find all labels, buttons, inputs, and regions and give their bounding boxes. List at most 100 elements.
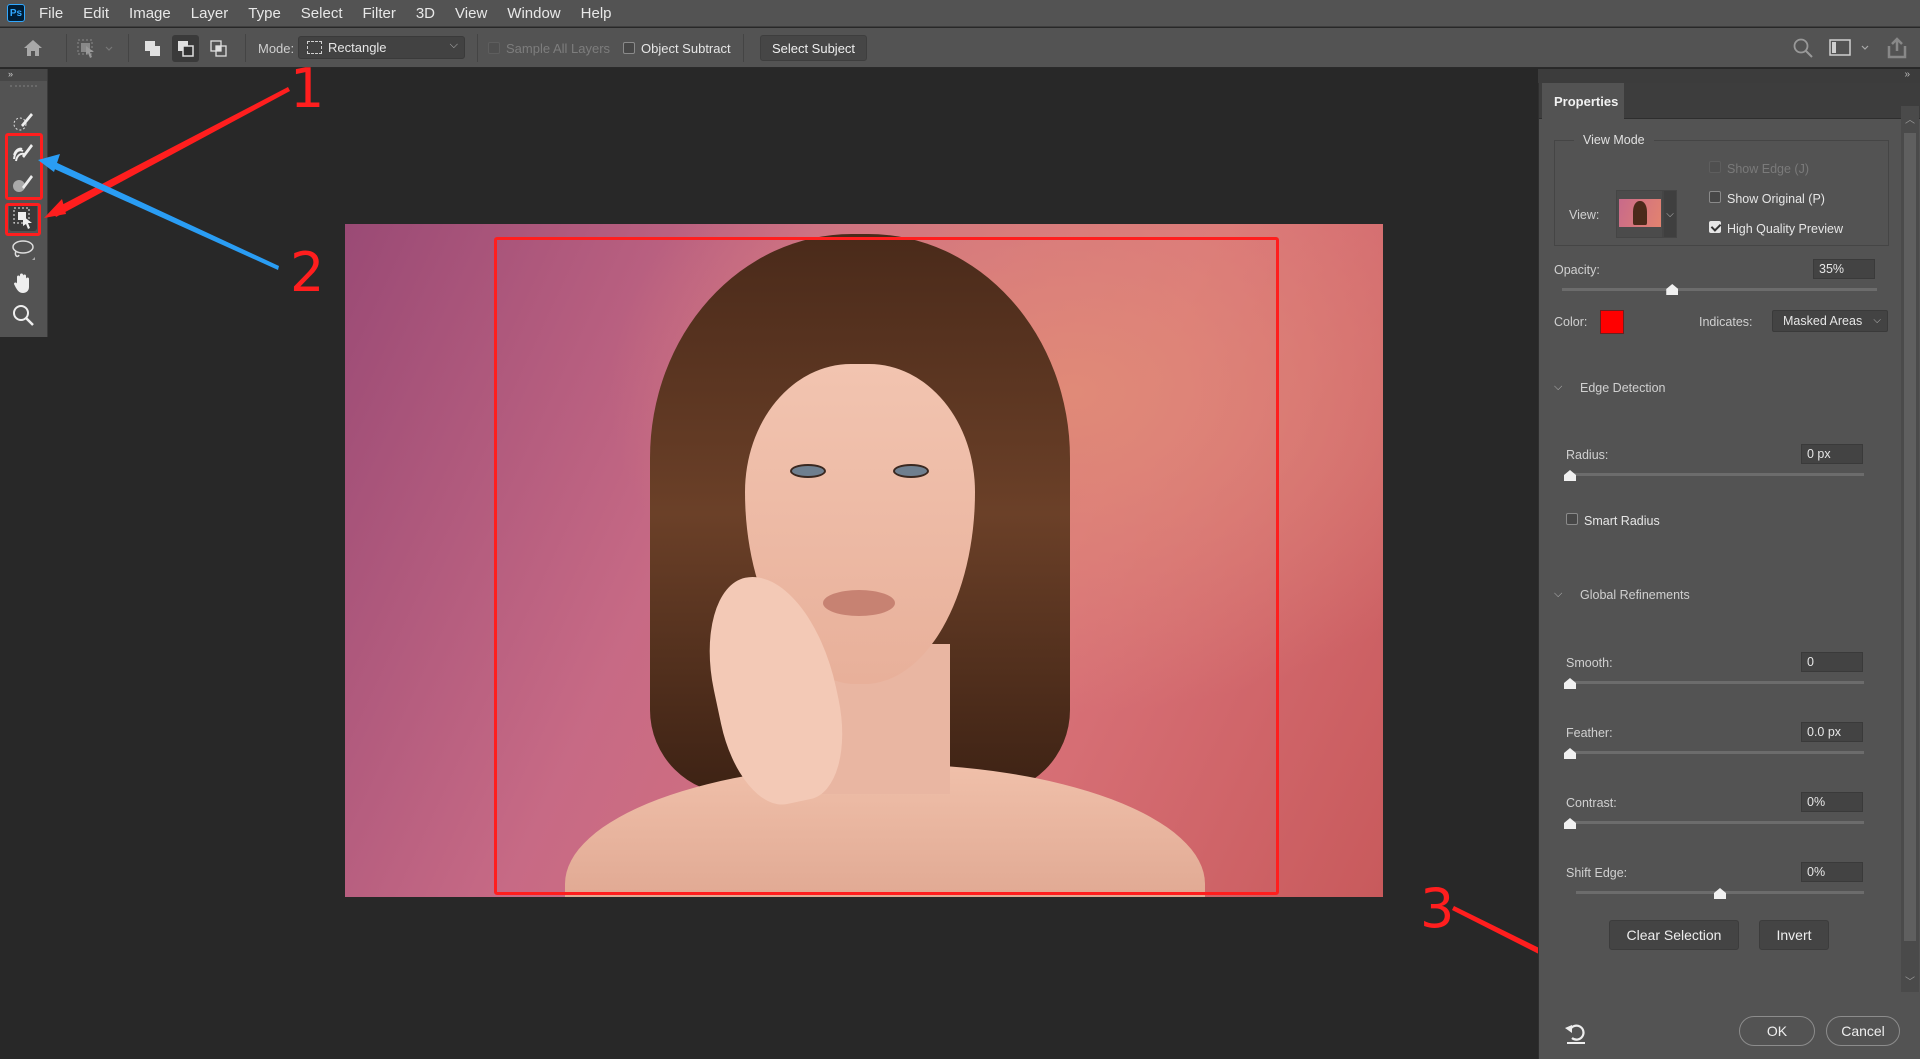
panel-tab-bar: Properties <box>1539 83 1920 120</box>
clear-selection-button[interactable]: Clear Selection <box>1609 920 1739 950</box>
hand-tool[interactable] <box>9 269 37 297</box>
menu-help[interactable]: Help <box>571 5 622 22</box>
feather-slider-thumb[interactable] <box>1564 748 1576 759</box>
checkbox-icon <box>488 42 500 54</box>
lasso-tool[interactable] <box>9 237 37 265</box>
tool-preset-picker[interactable] <box>76 28 116 68</box>
invert-button[interactable]: Invert <box>1759 920 1829 950</box>
radius-input[interactable]: 0 px <box>1801 444 1863 464</box>
radius-slider[interactable] <box>1570 473 1864 476</box>
ok-button[interactable]: OK <box>1739 1016 1815 1046</box>
shift-edge-input[interactable]: 0% <box>1801 862 1863 882</box>
scrollbar-thumb[interactable] <box>1904 133 1916 941</box>
color-label: Color: <box>1554 315 1588 329</box>
shift-edge-slider-thumb[interactable] <box>1714 888 1726 899</box>
view-mode-dropdown[interactable]: ⌵ <box>1663 190 1677 238</box>
opacity-slider[interactable] <box>1562 288 1877 291</box>
feather-label: Feather: <box>1566 726 1613 740</box>
panel-dock-strip: » <box>1538 69 1920 83</box>
subtract-from-selection-button[interactable] <box>205 35 232 62</box>
annotation-label-3: 3 <box>1420 877 1455 940</box>
mode-value: Rectangle <box>328 40 387 55</box>
separator <box>477 34 478 62</box>
view-mode-title: View Mode <box>1574 133 1654 147</box>
object-subtract-checkbox[interactable]: Object Subtract <box>623 28 731 68</box>
menu-select[interactable]: Select <box>291 5 353 22</box>
smooth-input[interactable]: 0 <box>1801 652 1863 672</box>
checkbox-icon <box>623 42 635 54</box>
show-edge-label: Show Edge (J) <box>1727 162 1809 176</box>
checkbox-icon <box>1566 513 1578 525</box>
subtract-from-selection-icon <box>209 39 227 57</box>
cancel-button[interactable]: Cancel <box>1826 1016 1900 1046</box>
edge-detection-title[interactable]: Edge Detection <box>1580 381 1665 395</box>
scroll-up-icon[interactable]: ︿ <box>1905 111 1915 126</box>
edge-detection-chevron-icon[interactable]: ⌵ <box>1554 381 1562 394</box>
add-to-selection-icon <box>177 40 194 57</box>
home-icon <box>24 40 42 56</box>
mode-dropdown[interactable]: Rectangle ⌵ <box>298 36 465 59</box>
sample-all-layers-checkbox[interactable]: Sample All Layers <box>488 28 610 68</box>
toolbar-collapse-button[interactable]: » <box>0 69 47 81</box>
global-refinements-chevron-icon[interactable]: ⌵ <box>1554 588 1562 601</box>
menu-3d[interactable]: 3D <box>406 5 445 22</box>
properties-panel: Properties View Mode View: ⌵ Show Edge (… <box>1538 83 1920 1059</box>
view-mode-thumbnail[interactable] <box>1616 190 1663 238</box>
zoom-tool[interactable] <box>9 301 37 329</box>
menu-type[interactable]: Type <box>238 5 291 22</box>
contrast-slider-thumb[interactable] <box>1564 818 1576 829</box>
feather-input[interactable]: 0.0 px <box>1801 722 1863 742</box>
menu-layer[interactable]: Layer <box>181 5 239 22</box>
checkbox-checked-icon <box>1709 221 1721 233</box>
zoom-icon <box>13 305 34 326</box>
annotation-label-1: 1 <box>290 57 325 120</box>
select-subject-button[interactable]: Select Subject <box>760 35 867 61</box>
tab-properties[interactable]: Properties <box>1542 83 1624 120</box>
smooth-slider-thumb[interactable] <box>1564 678 1576 689</box>
workspace-button[interactable] <box>1829 28 1869 68</box>
quick-selection-tool[interactable] <box>9 107 37 135</box>
contrast-input[interactable]: 0% <box>1801 792 1863 812</box>
show-edge-checkbox[interactable]: Show Edge (J) <box>1709 161 1809 176</box>
panel-collapse-button[interactable]: » <box>1904 69 1910 80</box>
panel-scrollbar[interactable]: ︿ ﹀ <box>1901 106 1919 992</box>
annotation-brush-tools-box <box>5 133 43 200</box>
annotation-label-2: 2 <box>290 241 325 304</box>
menu-file[interactable]: File <box>25 5 73 22</box>
home-button[interactable] <box>22 28 48 68</box>
opacity-input[interactable]: 35% <box>1813 259 1875 279</box>
feather-slider[interactable] <box>1570 751 1864 754</box>
show-original-checkbox[interactable]: Show Original (P) <box>1709 191 1825 206</box>
overlay-color-swatch[interactable] <box>1600 310 1624 334</box>
opacity-slider-thumb[interactable] <box>1666 284 1679 295</box>
scroll-down-icon[interactable]: ﹀ <box>1905 973 1915 988</box>
menu-edit[interactable]: Edit <box>73 5 119 22</box>
checkbox-icon <box>1709 191 1721 203</box>
add-to-selection-button[interactable] <box>172 35 199 62</box>
share-button[interactable] <box>1886 28 1908 68</box>
new-selection-button[interactable] <box>139 35 166 62</box>
menu-image[interactable]: Image <box>119 5 181 22</box>
annotation-selection-box <box>494 237 1279 895</box>
menu-window[interactable]: Window <box>497 5 570 22</box>
indicates-dropdown[interactable]: Masked Areas ⌵ <box>1772 310 1888 332</box>
radius-slider-thumb[interactable] <box>1564 470 1576 481</box>
separator <box>245 34 246 62</box>
toolbar-grip[interactable] <box>10 85 37 97</box>
smooth-slider[interactable] <box>1570 681 1864 684</box>
menu-bar: Ps File Edit Image Layer Type Select Fil… <box>0 0 1920 27</box>
global-refinements-title[interactable]: Global Refinements <box>1580 588 1690 602</box>
sample-all-layers-label: Sample All Layers <box>506 40 611 56</box>
indicates-value: Masked Areas <box>1783 314 1863 328</box>
search-button[interactable] <box>1792 28 1814 68</box>
high-quality-preview-checkbox[interactable]: High Quality Preview <box>1709 221 1843 236</box>
menu-filter[interactable]: Filter <box>353 5 406 22</box>
high-quality-preview-label: High Quality Preview <box>1727 222 1844 236</box>
quick-selection-icon <box>13 113 33 131</box>
view-label: View: <box>1569 208 1600 222</box>
menu-view[interactable]: View <box>445 5 497 22</box>
reset-button[interactable] <box>1563 1021 1589 1048</box>
contrast-slider[interactable] <box>1570 821 1864 824</box>
smart-radius-checkbox[interactable]: Smart Radius <box>1566 513 1660 528</box>
smart-radius-label: Smart Radius <box>1584 514 1660 528</box>
